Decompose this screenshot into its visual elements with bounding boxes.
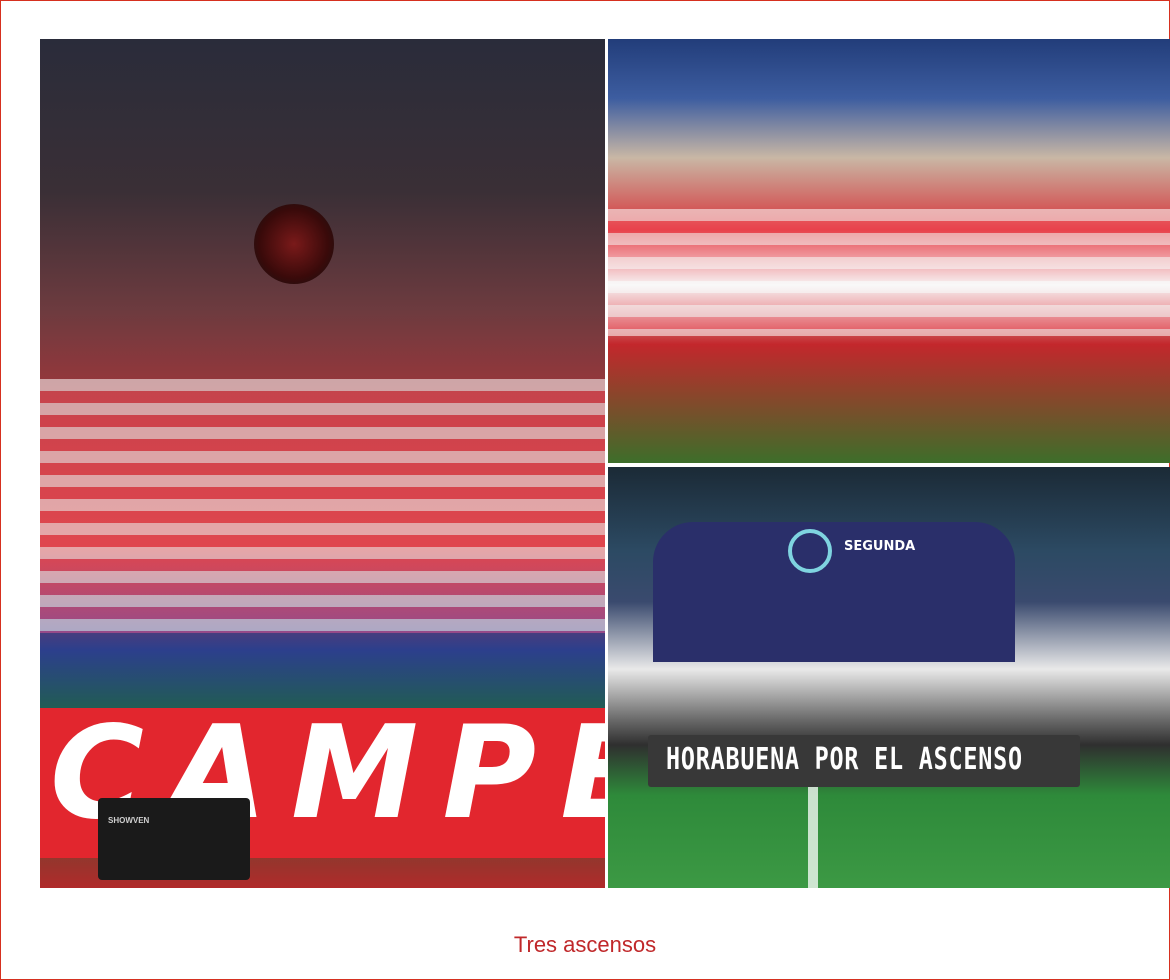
league-name: SEGUNDA xyxy=(844,539,916,554)
speaker-device: SHOWVEN xyxy=(98,798,250,880)
pitch-line xyxy=(808,785,818,888)
jersey-stripes xyxy=(608,208,1170,336)
league-logo-icon xyxy=(788,529,832,573)
mens-team-trophy-photo: CAMPEON SHOWVEN xyxy=(40,39,605,888)
sign-text: HORABUENA POR EL ASCENSO xyxy=(666,742,1023,777)
team-promotion-photo: SEGUNDA HORABUENA POR EL ASCENSO xyxy=(608,467,1170,888)
league-arch xyxy=(653,522,1015,662)
jersey-stripes xyxy=(40,378,605,634)
womens-team-celebration-photo xyxy=(608,39,1170,463)
device-label: SHOWVEN xyxy=(108,816,150,825)
caption: Tres ascensos xyxy=(513,932,657,957)
trophy-icon xyxy=(254,204,334,284)
